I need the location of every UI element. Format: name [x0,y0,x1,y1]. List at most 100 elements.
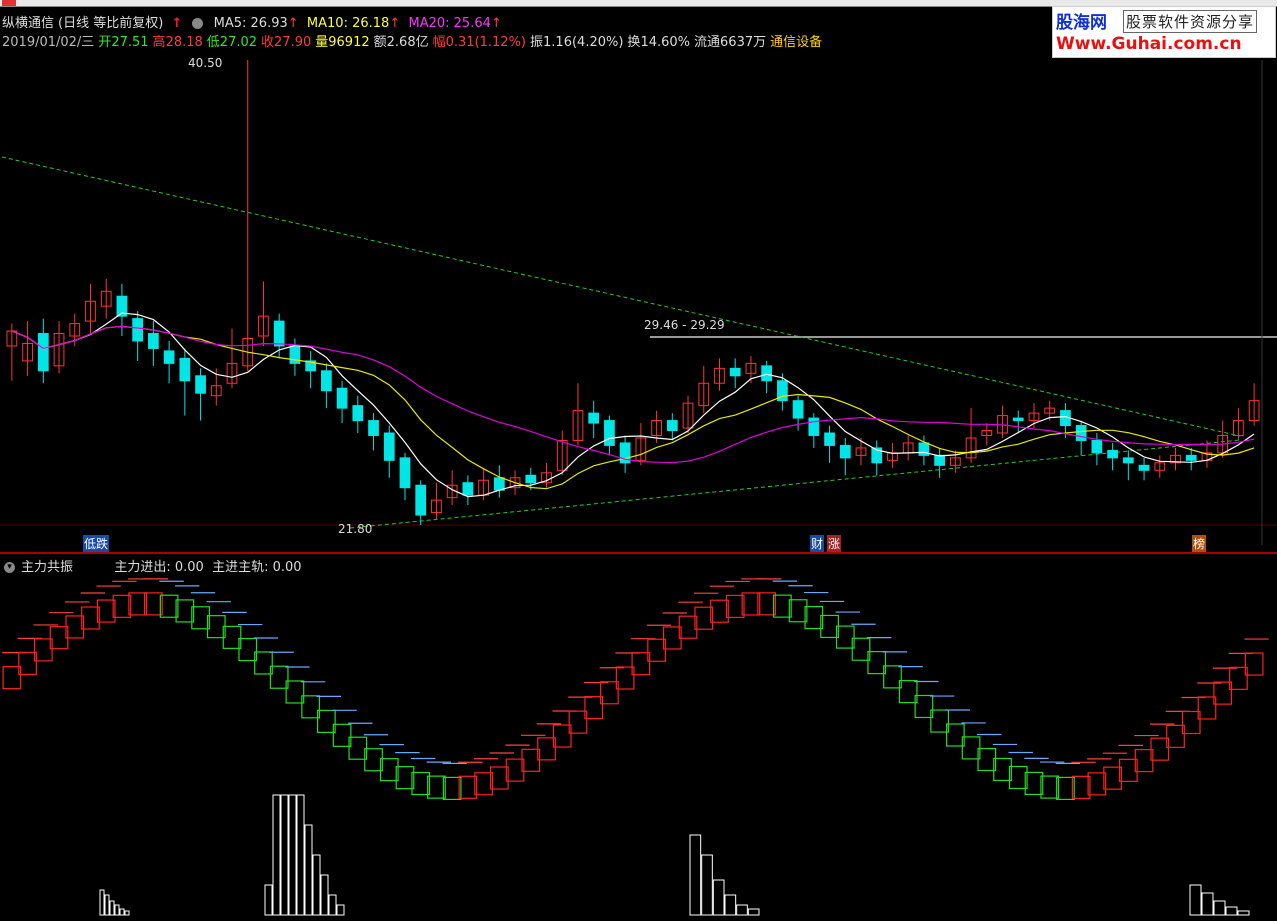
candle-body [1012,417,1024,422]
candles [6,60,1260,525]
indicator-box [1244,652,1264,676]
indicator-bar [109,900,115,916]
candle-body [525,474,537,484]
indicator-box [427,775,446,799]
indicator-box [364,748,383,772]
indicator-box [552,724,572,748]
candle-body [588,412,600,424]
candle-body [1107,449,1118,459]
candle-body [666,420,678,432]
indicator-box [254,651,273,675]
indicator-line1-value: 0.00 [174,560,204,575]
upper-trend-line [1,156,1241,437]
candle-body [148,333,159,349]
indicator-box [773,594,792,618]
indicator-box [568,710,588,734]
indicator-box [710,599,729,623]
indicator-box [379,758,399,782]
indicator-box [1103,766,1122,790]
indicator-box [977,747,997,772]
panel-divider[interactable] [0,552,1277,554]
indicator-box [505,758,525,782]
indicator-bar [264,884,273,916]
indicator-box [600,681,619,705]
indicator-box [112,594,132,618]
tag-finance[interactable]: 财 [810,535,825,552]
indicator-bar [336,904,345,916]
indicator-box [898,680,918,704]
indicator-box [1087,772,1107,796]
indicator-box [1150,737,1170,761]
indicator-box [835,625,855,649]
indicator-box [1024,771,1044,796]
indicator-box [191,606,210,630]
indicator-box [159,594,179,618]
indicator-box [993,757,1012,782]
indicator-bar [312,854,321,916]
indicator-box [458,775,478,799]
indicator-box [867,651,887,675]
high-price-label: 40.50 [188,56,223,70]
indicator-box [1056,776,1075,800]
candle-body [462,482,474,496]
indicator-settings-icon[interactable]: ▾ [4,562,15,573]
indicator-bar [689,834,702,916]
range-label: 29.46 - 29.29 [644,318,725,332]
tag-rise[interactable]: 涨 [827,535,842,552]
indicator-box [883,665,902,689]
indicator-box [930,709,950,733]
indicator-box [316,709,336,734]
indicator-box [1118,758,1138,782]
indicator-bar [1201,892,1214,916]
indicator-bar [724,894,737,916]
candle-body [824,432,835,446]
indicator-box [662,626,682,650]
indicator-box [1181,710,1201,735]
indicator-bar [272,794,281,916]
kline-chart[interactable] [0,0,1277,921]
indicator-box [348,736,368,760]
indicator-box [1040,775,1060,799]
candle-body [415,484,427,516]
tag-list[interactable]: 榜 [1192,535,1207,552]
indicator-box [631,652,651,676]
indicator-box [678,615,698,639]
candle-body [1185,454,1197,461]
candle-body [604,420,615,446]
indicator-box [81,606,100,630]
indicator-box [1134,748,1154,773]
candle-body [1138,464,1150,471]
indicator-box [489,766,509,790]
candle-body [839,444,851,459]
grid-lines [0,60,1277,545]
indicator-box [537,737,556,761]
indicator-name: 主力共振 [21,560,74,575]
indicator-bar [119,908,125,916]
indicator-box [269,665,289,689]
indicator-box [1197,696,1217,720]
ma20-line [11,325,1255,464]
indicator-box [411,771,431,796]
indicator-bar [304,824,313,916]
indicator-box [33,638,53,662]
candle-body [273,320,285,347]
indicator-bar [736,904,748,916]
indicator-box [1008,765,1028,790]
indicator-line2-label: 主进主轨: [212,560,269,575]
tag-low-fall[interactable]: 低跌 [83,535,110,552]
candle-body [761,365,773,382]
indicator-bar [1189,884,1202,916]
indicator-bar [747,908,760,916]
indicator-box [757,592,777,616]
indicator-bar [99,889,105,916]
indicator-bar [1213,900,1226,916]
indicator-box [18,651,37,675]
low-price-label: 21.80 [338,522,373,536]
indicator-box [395,766,415,790]
indicator-bar [328,894,337,916]
indicator-box [647,638,666,662]
indicator-box [222,625,242,649]
indicator-box [128,592,148,616]
indicator-box [144,592,163,616]
indicator-box [584,696,604,720]
